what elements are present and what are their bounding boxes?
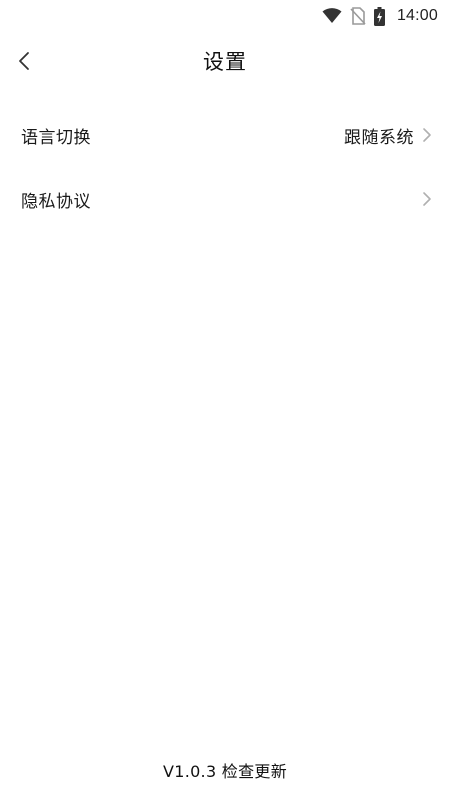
settings-item-label: 语言切换 <box>21 127 91 148</box>
check-update-link[interactable]: V1.0.3 检查更新 <box>163 758 287 782</box>
settings-item-language[interactable]: 语言切换 跟随系统 <box>0 103 450 167</box>
chevron-left-icon <box>19 52 29 70</box>
settings-list: 语言切换 跟随系统 隐私协议 <box>0 103 450 231</box>
header: 设置 <box>0 38 450 84</box>
page-title: 设置 <box>203 50 247 74</box>
wifi-icon <box>322 8 342 24</box>
chevron-right-icon <box>423 128 431 142</box>
footer: V1.0.3 检查更新 <box>0 758 450 782</box>
battery-charging-icon <box>373 6 385 26</box>
status-time: 14:00 <box>396 7 438 24</box>
back-button[interactable] <box>6 42 42 80</box>
chevron-right-icon <box>423 192 431 206</box>
settings-item-label: 隐私协议 <box>21 191 91 212</box>
settings-item-value: 跟随系统 <box>344 127 414 148</box>
settings-screen: 14:00 设置 语言切换 跟随系统 隐私协议 V1.0.3 检查更新 <box>0 0 450 800</box>
status-bar: 14:00 <box>0 0 450 32</box>
no-sim-icon <box>350 7 366 25</box>
settings-item-privacy[interactable]: 隐私协议 <box>0 167 450 231</box>
